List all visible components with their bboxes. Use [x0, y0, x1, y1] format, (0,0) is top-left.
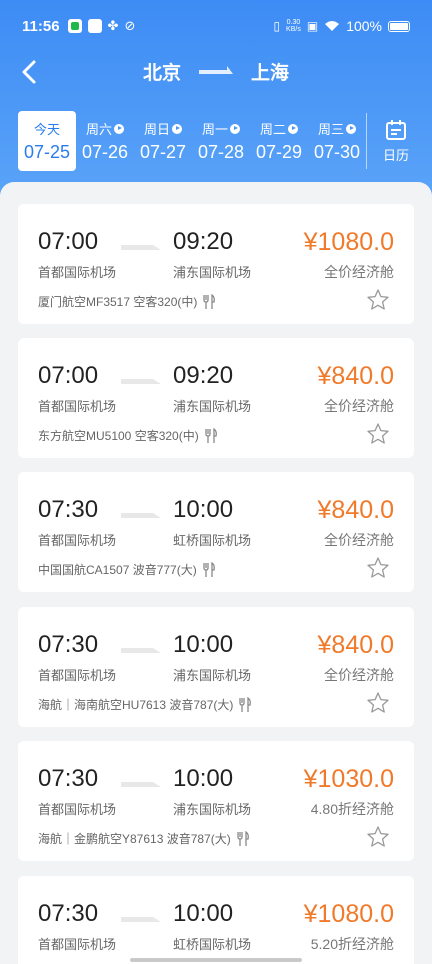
arrival-time: 10:00	[173, 765, 234, 792]
price: ¥840.0	[317, 496, 394, 524]
play-icon	[114, 123, 124, 134]
meal-icon	[203, 561, 215, 577]
departure-airport: 首都国际机场	[38, 265, 117, 280]
price: ¥1030.0	[303, 765, 394, 793]
flight-arrow-icon	[121, 245, 161, 250]
cabin-class: 5.20折经济舱	[310, 936, 394, 952]
meal-icon	[203, 293, 216, 309]
nav-bar: 北京 上海	[0, 52, 432, 92]
calendar-icon	[386, 119, 406, 140]
calendar-button[interactable]: 日历	[367, 119, 425, 164]
home-indicator[interactable]	[130, 958, 302, 962]
flight-card[interactable]: 07:30 10:00 首都国际机场 浦东国际机场 ¥840.0 全价经济舱 海…	[18, 607, 414, 727]
mail-icon	[87, 19, 102, 33]
battery-icon	[388, 20, 410, 32]
departure-airport: 首都国际机场	[38, 533, 117, 548]
price: ¥840.0	[317, 362, 394, 390]
flight-card[interactable]: 07:30 10:00 首都国际机场 虹桥国际机场 ¥1080.0 5.20折经…	[18, 876, 414, 964]
departure-airport: 首都国际机场	[38, 668, 117, 683]
flight-info: 海航｜海南航空HU7613 波音787(大)	[38, 696, 253, 713]
origin-city: 北京	[142, 63, 181, 84]
date-tab-0728[interactable]: 周一 07-28	[192, 111, 250, 171]
departure-time: 07:30	[38, 631, 99, 658]
battery-percent: 100%	[346, 18, 382, 34]
link-icon: ⊘	[124, 18, 136, 33]
favorite-star-icon[interactable]	[366, 288, 390, 312]
cabin-class: 4.80折经济舱	[310, 801, 394, 817]
status-time: 11:56	[22, 17, 60, 35]
price: ¥840.0	[317, 631, 394, 659]
meal-icon	[205, 427, 217, 443]
favorite-star-icon[interactable]	[366, 691, 390, 715]
vibrate-icon: ▯	[273, 19, 281, 33]
cabin-class: 全价经济舱	[324, 532, 394, 548]
date-tab-0730[interactable]: 周三 07-30	[308, 111, 366, 171]
flight-arrow-icon	[121, 648, 161, 653]
flight-info: 中国国航CA1507 波音777(大)	[38, 561, 217, 578]
arrival-time: 09:20	[173, 228, 234, 255]
cabin-class: 全价经济舱	[324, 667, 394, 683]
favorite-star-icon[interactable]	[366, 422, 390, 446]
arrival-airport: 浦东国际机场	[173, 399, 252, 414]
flight-arrow-icon	[121, 513, 161, 518]
flight-arrow-icon	[121, 917, 161, 922]
departure-time: 07:00	[38, 362, 99, 389]
flight-info: 海航｜金鹏航空Y87613 波音787(大)	[38, 830, 251, 847]
departure-time: 07:00	[38, 228, 99, 255]
play-icon	[346, 123, 356, 134]
arrival-time: 10:00	[173, 631, 234, 658]
flight-card[interactable]: 07:30 10:00 首都国际机场 虹桥国际机场 ¥840.0 全价经济舱 中…	[18, 472, 414, 592]
flight-list[interactable]: 07:00 09:20 首都国际机场 浦东国际机场 ¥1080.0 全价经济舱 …	[0, 182, 432, 964]
date-strip: 今天 07-25 周六 07-26 周日 07-27 周一 07-28 周二 0…	[0, 108, 432, 174]
header: 11:56 ✤ ⊘ ▯ 0.30 KB/s ▣ 100% 北京 上海 今天 07…	[0, 0, 432, 196]
arrival-airport: 浦东国际机场	[173, 668, 252, 683]
departure-time: 07:30	[38, 900, 99, 927]
date-tab-0726[interactable]: 周六 07-26	[76, 111, 134, 171]
price: ¥1080.0	[303, 228, 394, 256]
flight-card[interactable]: 07:30 10:00 首都国际机场 浦东国际机场 ¥1030.0 4.80折经…	[18, 741, 414, 861]
cabin-class: 全价经济舱	[324, 398, 394, 414]
date-tab-today[interactable]: 今天 07-25	[18, 111, 76, 171]
departure-time: 07:30	[38, 496, 99, 523]
arrival-time: 10:00	[173, 496, 234, 523]
date-tab-0727[interactable]: 周日 07-27	[134, 111, 192, 171]
play-icon	[288, 123, 298, 134]
arrival-time: 09:20	[173, 362, 234, 389]
departure-airport: 首都国际机场	[38, 802, 117, 817]
wifi-icon	[325, 21, 340, 31]
arrival-airport: 虹桥国际机场	[173, 533, 252, 548]
arrival-airport: 虹桥国际机场	[173, 937, 252, 952]
flight-info: 东方航空MU5100 空客320(中)	[38, 427, 219, 444]
date-tab-0729[interactable]: 周二 07-29	[250, 111, 308, 171]
arrival-airport: 浦东国际机场	[173, 802, 252, 817]
cabin-class: 全价经济舱	[324, 264, 394, 280]
departure-airport: 首都国际机场	[38, 399, 117, 414]
destination-city: 上海	[251, 63, 290, 84]
arrival-time: 10:00	[173, 900, 234, 927]
route-arrow-icon	[199, 65, 233, 74]
flight-info: 厦门航空MF3517 空客320(中)	[38, 293, 217, 310]
wechat-icon	[67, 19, 82, 33]
play-icon	[230, 123, 240, 134]
departure-time: 07:30	[38, 765, 99, 792]
flight-card[interactable]: 07:00 09:20 首都国际机场 浦东国际机场 ¥840.0 全价经济舱 东…	[18, 338, 414, 458]
route-title: 北京 上海	[0, 58, 432, 85]
meal-icon	[239, 696, 252, 712]
flight-arrow-icon	[121, 379, 161, 384]
net-speed: 0.30 KB/s	[286, 19, 301, 33]
favorite-star-icon[interactable]	[366, 825, 390, 849]
status-bar: 11:56 ✤ ⊘ ▯ 0.30 KB/s ▣ 100%	[0, 0, 432, 52]
play-icon	[172, 123, 182, 134]
price: ¥1080.0	[303, 900, 394, 928]
app-icon: ✤	[107, 18, 119, 33]
arrival-airport: 浦东国际机场	[173, 265, 252, 280]
meal-icon	[237, 830, 249, 846]
sim-icon: ▣	[306, 19, 319, 33]
flight-card[interactable]: 07:00 09:20 首都国际机场 浦东国际机场 ¥1080.0 全价经济舱 …	[18, 204, 414, 324]
flight-arrow-icon	[121, 782, 161, 787]
departure-airport: 首都国际机场	[38, 937, 117, 952]
favorite-star-icon[interactable]	[366, 556, 390, 580]
